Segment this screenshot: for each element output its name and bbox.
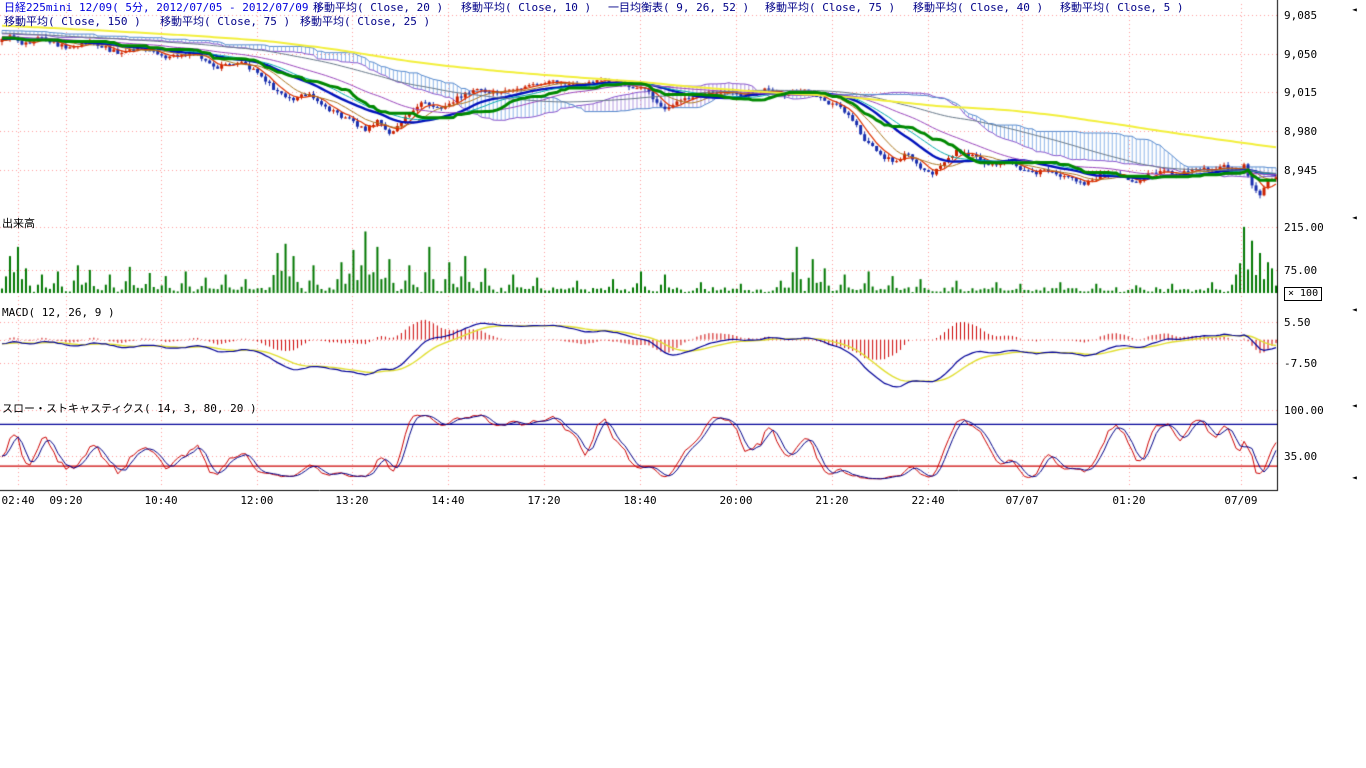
chart-application-window: 日経225mini 12/09( 5分, 2012/07/05 - 2012/0… (0, 0, 1366, 768)
time-axis-label: 10:40 (144, 494, 177, 507)
legend-item-r1-2[interactable]: 移動平均( Close, 20 ) (313, 1, 443, 14)
y-axis-tick-label: -7.50 (1284, 357, 1317, 370)
legend-item-r2-2[interactable]: 移動平均( Close, 75 ) (160, 15, 290, 28)
time-axis-label: 13:20 (335, 494, 368, 507)
time-axis-label: 07/07 (1005, 494, 1038, 507)
legend-item-r1-5[interactable]: 移動平均( Close, 75 ) (765, 1, 895, 14)
macd-panel-label: MACD( 12, 26, 9 ) (2, 306, 115, 319)
scroll-arrow-icon[interactable]: ◄ (1352, 402, 1357, 410)
legend-item-r1-7[interactable]: 移動平均( Close, 5 ) (1060, 1, 1183, 14)
legend-item-r1-1[interactable]: 日経225mini 12/09( 5分, 2012/07/05 - 2012/0… (4, 1, 322, 14)
legend-item-r1-3[interactable]: 移動平均( Close, 10 ) (461, 1, 591, 14)
volume-unit-label: × 100 (1284, 287, 1322, 301)
time-axis-label: 21:20 (815, 494, 848, 507)
price-chart-canvas[interactable] (0, 0, 1366, 510)
y-axis-tick-label: 215.00 (1284, 221, 1324, 234)
y-axis-tick-label: 8,980 (1284, 125, 1317, 138)
time-axis-label: 07/09 (1224, 494, 1257, 507)
time-axis-label: 17:20 (527, 494, 560, 507)
scroll-arrow-icon[interactable]: ◄ (1352, 214, 1357, 222)
scroll-arrow-icon[interactable]: ◄ (1352, 306, 1357, 314)
volume-panel-label: 出来高 (2, 215, 35, 231)
legend-item-r1-6[interactable]: 移動平均( Close, 40 ) (913, 1, 1043, 14)
legend-item-r2-3[interactable]: 移動平均( Close, 25 ) (300, 15, 430, 28)
time-axis-label: 01:20 (1112, 494, 1145, 507)
time-axis-label: 22:40 (912, 494, 945, 507)
y-axis-tick-label: 8,945 (1284, 164, 1317, 177)
y-axis-tick-label: 35.00 (1284, 450, 1317, 463)
time-axis-label: 09:20 (49, 494, 82, 507)
stochastics-panel-label: スロー・ストキャスティクス( 14, 3, 80, 20 ) (2, 400, 257, 416)
y-axis-tick-label: 9,085 (1284, 9, 1317, 22)
time-axis-label: 20:00 (719, 494, 752, 507)
y-axis-tick-label: 9,050 (1284, 48, 1317, 61)
y-axis-tick-label: 75.00 (1284, 264, 1317, 277)
y-axis-tick-label: 100.00 (1284, 404, 1324, 417)
time-axis-label: 18:40 (623, 494, 656, 507)
time-axis-label: 02:40 (1, 494, 34, 507)
scroll-arrow-icon[interactable]: ◄ (1352, 6, 1357, 14)
time-axis-label: 14:40 (431, 494, 464, 507)
scroll-arrow-icon[interactable]: ◄ (1352, 474, 1357, 482)
time-axis-label: 12:00 (240, 494, 273, 507)
legend-item-r1-4[interactable]: 一目均衡表( 9, 26, 52 ) (608, 1, 749, 14)
y-axis-tick-label: 5.50 (1284, 316, 1311, 329)
legend-item-r2-1[interactable]: 移動平均( Close, 150 ) (4, 15, 141, 28)
y-axis-tick-label: 9,015 (1284, 86, 1317, 99)
